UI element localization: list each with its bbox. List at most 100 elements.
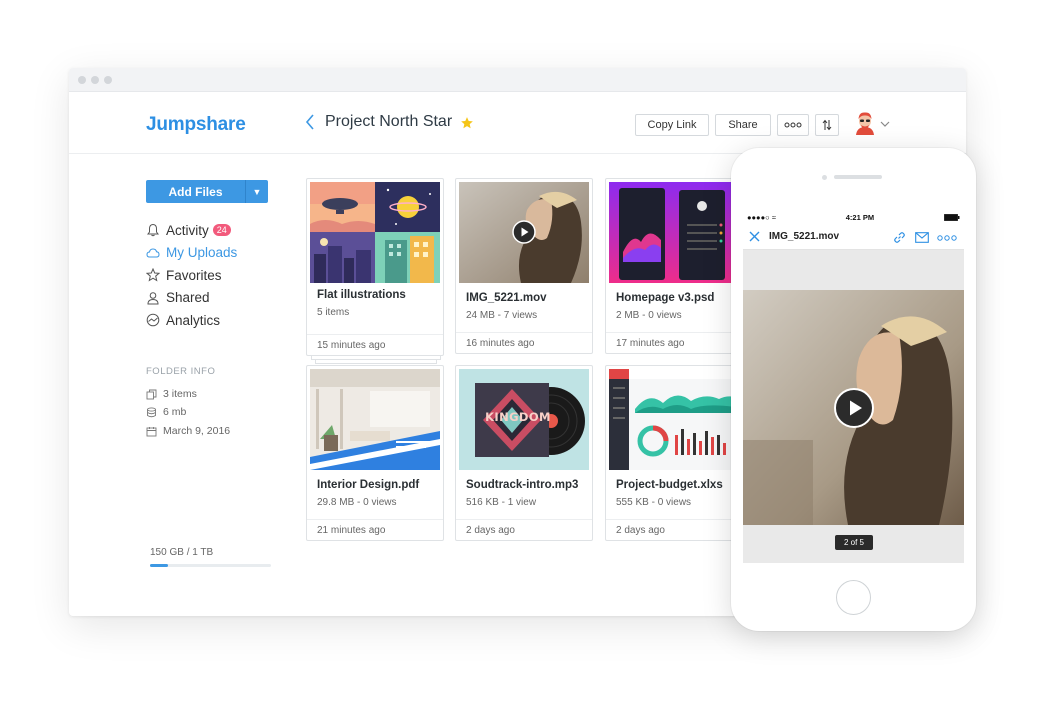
favorite-star-icon[interactable] <box>460 116 474 130</box>
file-meta: 24 MB - 7 views <box>466 310 538 321</box>
link-icon[interactable] <box>893 231 906 244</box>
phone-speaker <box>834 175 882 179</box>
album-title: KINGDOM <box>485 410 551 424</box>
sidebar-item-label: Activity <box>166 222 209 238</box>
sidebar-item-label: My Uploads <box>166 245 238 261</box>
bell-icon <box>147 224 159 237</box>
more-dots-icon[interactable] <box>937 235 957 241</box>
copy-icon <box>146 389 157 399</box>
sidebar-item-favorites[interactable]: Favorites <box>146 264 237 287</box>
file-card-project-budget[interactable]: Project-budget.xlxs 555 KB - 0 views 2 d… <box>605 365 743 541</box>
stack-shadow <box>315 360 437 364</box>
sort-arrows-icon <box>822 119 832 131</box>
folder-size: 6 mb <box>163 406 187 418</box>
window-titlebar <box>69 68 966 92</box>
file-name: IMG_5221.mov <box>466 292 547 304</box>
file-name: Flat illustrations <box>317 289 406 301</box>
storage-usage-label: 150 GB / 1 TB <box>150 547 214 558</box>
pager-indicator: 2 of 5 <box>835 535 873 550</box>
file-time: 21 minutes ago <box>307 519 443 540</box>
phone-play-button[interactable] <box>833 387 875 434</box>
pdf-thumbnail <box>310 369 440 470</box>
window-dot-close[interactable] <box>78 75 86 84</box>
file-card-interior-design[interactable]: Interior Design.pdf 29.8 MB - 0 views 21… <box>306 365 444 541</box>
more-dots-icon <box>784 122 802 128</box>
spreadsheet-thumbnail <box>609 369 739 470</box>
phone-status-bar: ●●●●○ ≈ 4:21 PM <box>743 210 964 224</box>
folder-info-date: March 9, 2016 <box>146 425 230 437</box>
play-button[interactable] <box>512 220 536 249</box>
sidebar-item-analytics[interactable]: Analytics <box>146 309 237 332</box>
folder-title: Project North Star <box>325 113 453 130</box>
sidebar-item-label: Shared <box>166 290 210 306</box>
file-card-flat-illustrations[interactable]: Flat illustrations 5 items 15 minutes ag… <box>306 178 444 356</box>
logo[interactable]: Jumpshare <box>146 114 246 136</box>
phone-file-title: IMG_5221.mov <box>769 231 840 242</box>
phone-screen: ●●●●○ ≈ 4:21 PM IMG_5221.mov 2 of 5 <box>743 210 964 563</box>
file-name: Homepage v3.psd <box>616 292 715 304</box>
close-icon[interactable] <box>749 231 760 242</box>
signal-wifi-icon: ●●●●○ ≈ <box>747 212 776 222</box>
stage: Jumpshare Project North Star Copy Link S… <box>0 0 1045 701</box>
folder-info-size: 6 mb <box>146 406 186 418</box>
battery-icon <box>944 213 960 221</box>
folder-items-count: 3 items <box>163 388 197 400</box>
user-icon <box>147 291 159 305</box>
file-name: Soudtrack-intro.mp3 <box>466 479 579 491</box>
file-meta: 2 MB - 0 views <box>616 310 682 321</box>
file-time: 17 minutes ago <box>606 332 742 353</box>
psd-thumbnail <box>609 182 739 283</box>
phone-home-button[interactable] <box>836 580 871 615</box>
play-icon <box>512 220 536 244</box>
file-meta: 29.8 MB - 0 views <box>317 497 397 508</box>
phone-mockup: ●●●●○ ≈ 4:21 PM IMG_5221.mov 2 of 5 <box>731 148 976 631</box>
user-avatar[interactable] <box>854 111 876 135</box>
flat-illustrations-thumbnail <box>310 182 440 283</box>
folder-info-items: 3 items <box>146 388 197 400</box>
share-button[interactable]: Share <box>715 114 771 136</box>
star-icon <box>146 268 160 282</box>
sidebar-item-activity[interactable]: Activity 24 <box>146 219 237 242</box>
calendar-icon <box>146 426 157 436</box>
file-time: 2 days ago <box>606 519 742 540</box>
folder-info-heading: FOLDER INFO <box>146 366 216 377</box>
file-name: Interior Design.pdf <box>317 479 420 491</box>
file-card-soundtrack-intro[interactable]: KINGDOM Soudtrack-intro.mp3 516 KB - 1 v… <box>455 365 593 541</box>
file-time: 15 minutes ago <box>307 334 443 355</box>
sidebar-item-label: Analytics <box>166 312 221 328</box>
storage-progress-fill <box>150 564 169 567</box>
file-meta: 5 items <box>317 307 350 318</box>
file-time: 2 days ago <box>456 519 592 540</box>
sidebar-item-my-uploads[interactable]: My Uploads <box>146 242 237 265</box>
file-time: 16 minutes ago <box>456 332 592 353</box>
window-dot-maximize[interactable] <box>104 75 112 84</box>
folder-date: March 9, 2016 <box>163 425 231 437</box>
add-files-label[interactable]: Add Files <box>146 180 245 203</box>
file-meta: 555 KB - 0 views <box>616 497 692 508</box>
chevron-down-icon[interactable] <box>880 120 890 128</box>
phone-camera <box>822 175 827 180</box>
sort-button[interactable] <box>815 114 839 136</box>
back-arrow-icon[interactable] <box>303 112 317 132</box>
storage-progress-bar <box>150 564 271 567</box>
file-card-homepage-v3[interactable]: Homepage v3.psd 2 MB - 0 views 17 minute… <box>605 178 743 354</box>
file-card-img-5221[interactable]: IMG_5221.mov 24 MB - 7 views 16 minutes … <box>455 178 593 354</box>
caret-down-icon: ▼ <box>252 186 262 197</box>
mail-icon[interactable] <box>915 232 929 243</box>
add-files-button[interactable]: Add Files ▼ <box>146 180 268 203</box>
more-options-button[interactable] <box>777 114 809 136</box>
window-dot-minimize[interactable] <box>91 75 99 84</box>
file-meta: 516 KB - 1 view <box>466 497 537 508</box>
sidebar-item-label: Favorites <box>166 267 222 283</box>
sidebar-nav: Activity 24 My Uploads Favorites Shared … <box>146 219 237 332</box>
phone-nav-bar: IMG_5221.mov <box>743 224 964 250</box>
app-header: Jumpshare Project North Star Copy Link S… <box>69 92 966 154</box>
play-icon <box>834 388 874 428</box>
database-icon <box>147 406 156 417</box>
copy-link-button[interactable]: Copy Link <box>635 114 709 136</box>
file-name: Project-budget.xlxs <box>616 479 723 491</box>
sidebar-item-shared[interactable]: Shared <box>146 287 237 310</box>
add-files-dropdown[interactable]: ▼ <box>245 180 268 203</box>
status-time: 4:21 PM <box>845 212 875 222</box>
activity-count-badge: 24 <box>212 224 231 237</box>
